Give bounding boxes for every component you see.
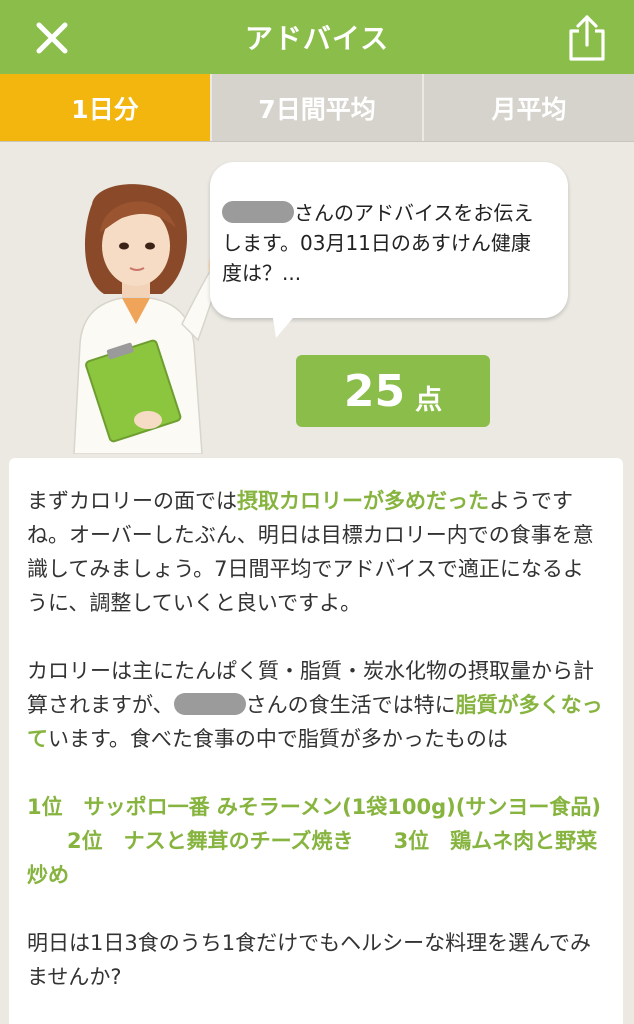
fat-ranking: 1位 サッポロ一番 みそラーメン(1袋100g)(サンヨー食品) 2位 ナスと舞茸… <box>27 790 603 892</box>
redacted-username <box>173 693 246 715</box>
health-score-badge: 25 点 <box>296 355 490 427</box>
tab-daily[interactable]: 1日分 <box>0 74 212 141</box>
speech-bubble-tail <box>272 312 298 338</box>
app-header: アドバイス <box>0 0 634 74</box>
advice-text: さんの食生活では特に <box>245 693 456 717</box>
share-button[interactable] <box>562 12 612 64</box>
close-icon <box>36 22 68 54</box>
redacted-username <box>222 201 294 223</box>
advice-speech-bubble: さんのアドバイスをお伝えします。03月11日のあすけん健康度は？... <box>210 162 568 318</box>
advice-highlight: 摂取カロリーが多めだった <box>237 489 489 513</box>
advice-paragraph-suggestion: 明日は1日3食のうち1食だけでもヘルシーな料理を選んでみませんか? <box>27 931 592 989</box>
tab-7day-average[interactable]: 7日間平均 <box>212 74 424 141</box>
rank-item: 2位 ナスと舞茸のチーズ焼き <box>67 829 354 853</box>
page-title: アドバイス <box>244 22 390 55</box>
advisor-avatar <box>73 184 222 454</box>
share-icon <box>569 15 605 61</box>
rank-item: 1位 サッポロ一番 みそラーメン(1袋100g)(サンヨー食品) <box>27 795 601 819</box>
advice-text: まずカロリーの面では <box>27 489 237 513</box>
advice-card: まずカロリーの面では摂取カロリーが多めだったようですね。オーバーしたぶん、明日は… <box>9 458 623 1024</box>
advice-hero: さんのアドバイスをお伝えします。03月11日のあすけん健康度は？... 25 点 <box>0 142 634 457</box>
advice-paragraph-nutrients: カロリーは主にたんぱく質・脂質・炭水化物の摂取量から計算されますが、 さんの食生活… <box>27 654 603 756</box>
score-unit: 点 <box>415 384 443 416</box>
advice-text: います。食べた食事の中で脂質が多かったものは <box>48 727 508 751</box>
tab-monthly-average[interactable]: 月平均 <box>424 74 634 141</box>
advice-paragraph-calorie: まずカロリーの面では摂取カロリーが多めだったようですね。オーバーしたぶん、明日は… <box>27 484 603 620</box>
period-tabs: 1日分 7日間平均 月平均 <box>0 74 634 142</box>
close-button[interactable] <box>30 16 74 60</box>
score-value: 25 <box>343 365 406 417</box>
